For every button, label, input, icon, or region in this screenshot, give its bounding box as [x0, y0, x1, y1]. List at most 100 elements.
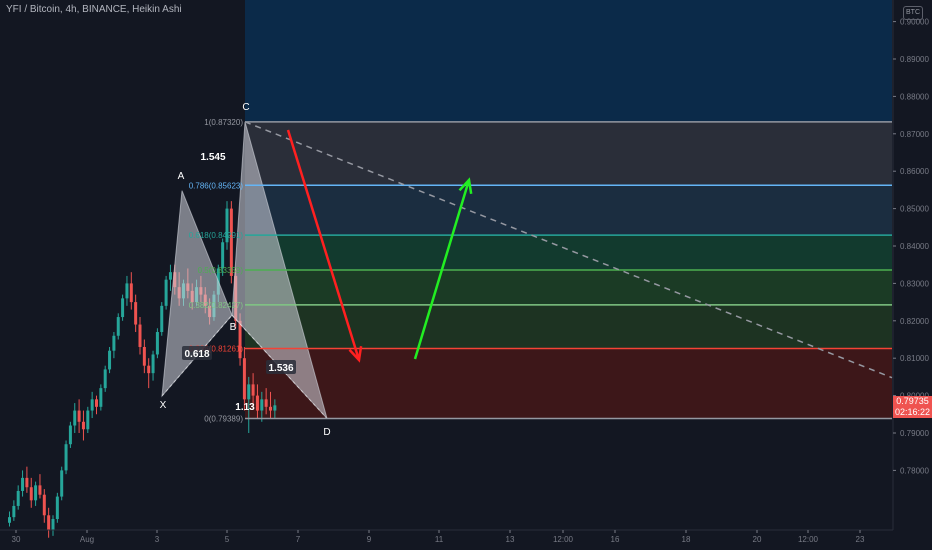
candle — [60, 470, 64, 497]
candle — [147, 365, 151, 374]
candle — [38, 485, 42, 495]
price-tick-label: 0.81000 — [900, 354, 929, 363]
time-tick-label: 23 — [856, 535, 865, 544]
candle — [108, 350, 112, 370]
fib-label: 0(0.79389) — [204, 414, 243, 423]
time-tick-label: 7 — [296, 535, 301, 544]
candle — [116, 317, 120, 336]
price-tick-label: 0.82000 — [900, 317, 929, 326]
time-tick-label: 3 — [155, 535, 160, 544]
candle — [90, 399, 94, 411]
candle — [103, 369, 107, 389]
fib-zone — [245, 235, 892, 270]
fib-zone — [245, 348, 892, 419]
price-tick-label: 0.79000 — [900, 429, 929, 438]
fib-label: 0.786(0.85623) — [189, 181, 244, 190]
candle — [47, 515, 51, 531]
pattern-point-label: C — [242, 102, 249, 113]
candle — [68, 425, 72, 445]
price-tick-label: 0.83000 — [900, 279, 929, 288]
ratio-label: 1.13 — [235, 402, 255, 413]
candle — [29, 487, 33, 501]
time-tick-label: 11 — [435, 535, 444, 544]
pattern-point-label: X — [160, 400, 167, 411]
fib-label: 0.5(0.83359) — [198, 266, 244, 275]
chart-canvas[interactable]: 1(0.87320) 0.786(0.85623) 0.618(0.84291) 0.… — [0, 0, 932, 550]
candle — [260, 399, 264, 411]
price-tick-label: 0.85000 — [900, 205, 929, 214]
price-tick-label: 0.89000 — [900, 55, 929, 64]
candle — [95, 399, 98, 407]
price-tick-label: 0.78000 — [900, 466, 929, 475]
candle — [251, 384, 255, 396]
fib-zone — [245, 304, 892, 349]
fib-label: 1(0.87320) — [204, 118, 243, 127]
candle — [242, 358, 246, 400]
candle — [121, 298, 125, 318]
candle — [99, 388, 103, 407]
time-tick-label: 9 — [367, 535, 372, 544]
candle — [34, 485, 38, 501]
time-tick-label: 12:00 — [798, 535, 819, 544]
time-axis: 30 Aug 3 5 7 9 11 13 12:00 16 18 20 12:00 23 — [0, 529, 893, 544]
fib-label: 0.618(0.84291) — [189, 231, 244, 240]
bar-countdown: 02:16:22 — [894, 407, 931, 417]
time-tick-label: 30 — [12, 535, 21, 544]
candle — [164, 279, 168, 306]
candle — [155, 332, 159, 355]
candle — [51, 519, 55, 531]
candle — [25, 477, 29, 488]
candle — [55, 496, 59, 520]
fib-zone — [245, 185, 892, 236]
fib-label: 0.382(0.82427) — [189, 301, 244, 310]
fib-zones — [245, 0, 892, 419]
candle — [73, 410, 77, 426]
candle — [12, 505, 16, 518]
time-tick-label: 20 — [753, 535, 762, 544]
time-tick-label: Aug — [80, 535, 94, 544]
candle — [221, 242, 225, 269]
fib-zone — [245, 121, 892, 186]
pattern-point-label: B — [230, 322, 237, 333]
candle — [8, 517, 11, 523]
candle — [151, 354, 155, 374]
candle — [16, 490, 20, 506]
candle — [129, 283, 133, 303]
candle — [269, 406, 272, 411]
time-tick-label: 13 — [506, 535, 515, 544]
pattern-point-label: D — [323, 427, 330, 438]
candle — [86, 410, 90, 430]
time-tick-label: 18 — [682, 535, 691, 544]
price-axis: 0.780000.790000.800000.810000.820000.830… — [892, 0, 929, 530]
ratio-label: 0.618 — [184, 349, 209, 360]
candle — [134, 302, 138, 325]
price-tick-label: 0.86000 — [900, 167, 929, 176]
candle — [160, 305, 164, 333]
candle — [255, 395, 259, 411]
candle — [168, 272, 172, 280]
candle — [247, 384, 251, 400]
last-price-tag: 0.79735 02:16:22 — [893, 396, 932, 418]
time-tick-label: 5 — [225, 535, 230, 544]
currency-badge[interactable]: BTC — [903, 6, 923, 20]
candle — [264, 399, 268, 407]
price-tick-label: 0.88000 — [900, 92, 929, 101]
pattern-point-label: A — [178, 171, 185, 182]
price-tick-label: 0.84000 — [900, 242, 929, 251]
ratio-label: 1.545 — [200, 152, 225, 163]
candle — [42, 494, 46, 516]
candle — [81, 421, 85, 430]
time-tick-label: 12:00 — [553, 535, 574, 544]
candle — [273, 405, 277, 411]
candle — [64, 444, 68, 471]
candle — [77, 410, 81, 422]
candle — [21, 477, 25, 491]
candle — [125, 283, 129, 299]
fib-zone — [245, 0, 892, 122]
price-tick-label: 0.87000 — [900, 130, 929, 139]
candle — [138, 324, 142, 347]
last-price: 0.79735 — [896, 396, 929, 406]
chart-title: YFI / Bitcoin, 4h, BINANCE, Heikin Ashi — [6, 4, 182, 15]
pattern-triangle — [161, 190, 233, 398]
candle — [112, 335, 116, 351]
